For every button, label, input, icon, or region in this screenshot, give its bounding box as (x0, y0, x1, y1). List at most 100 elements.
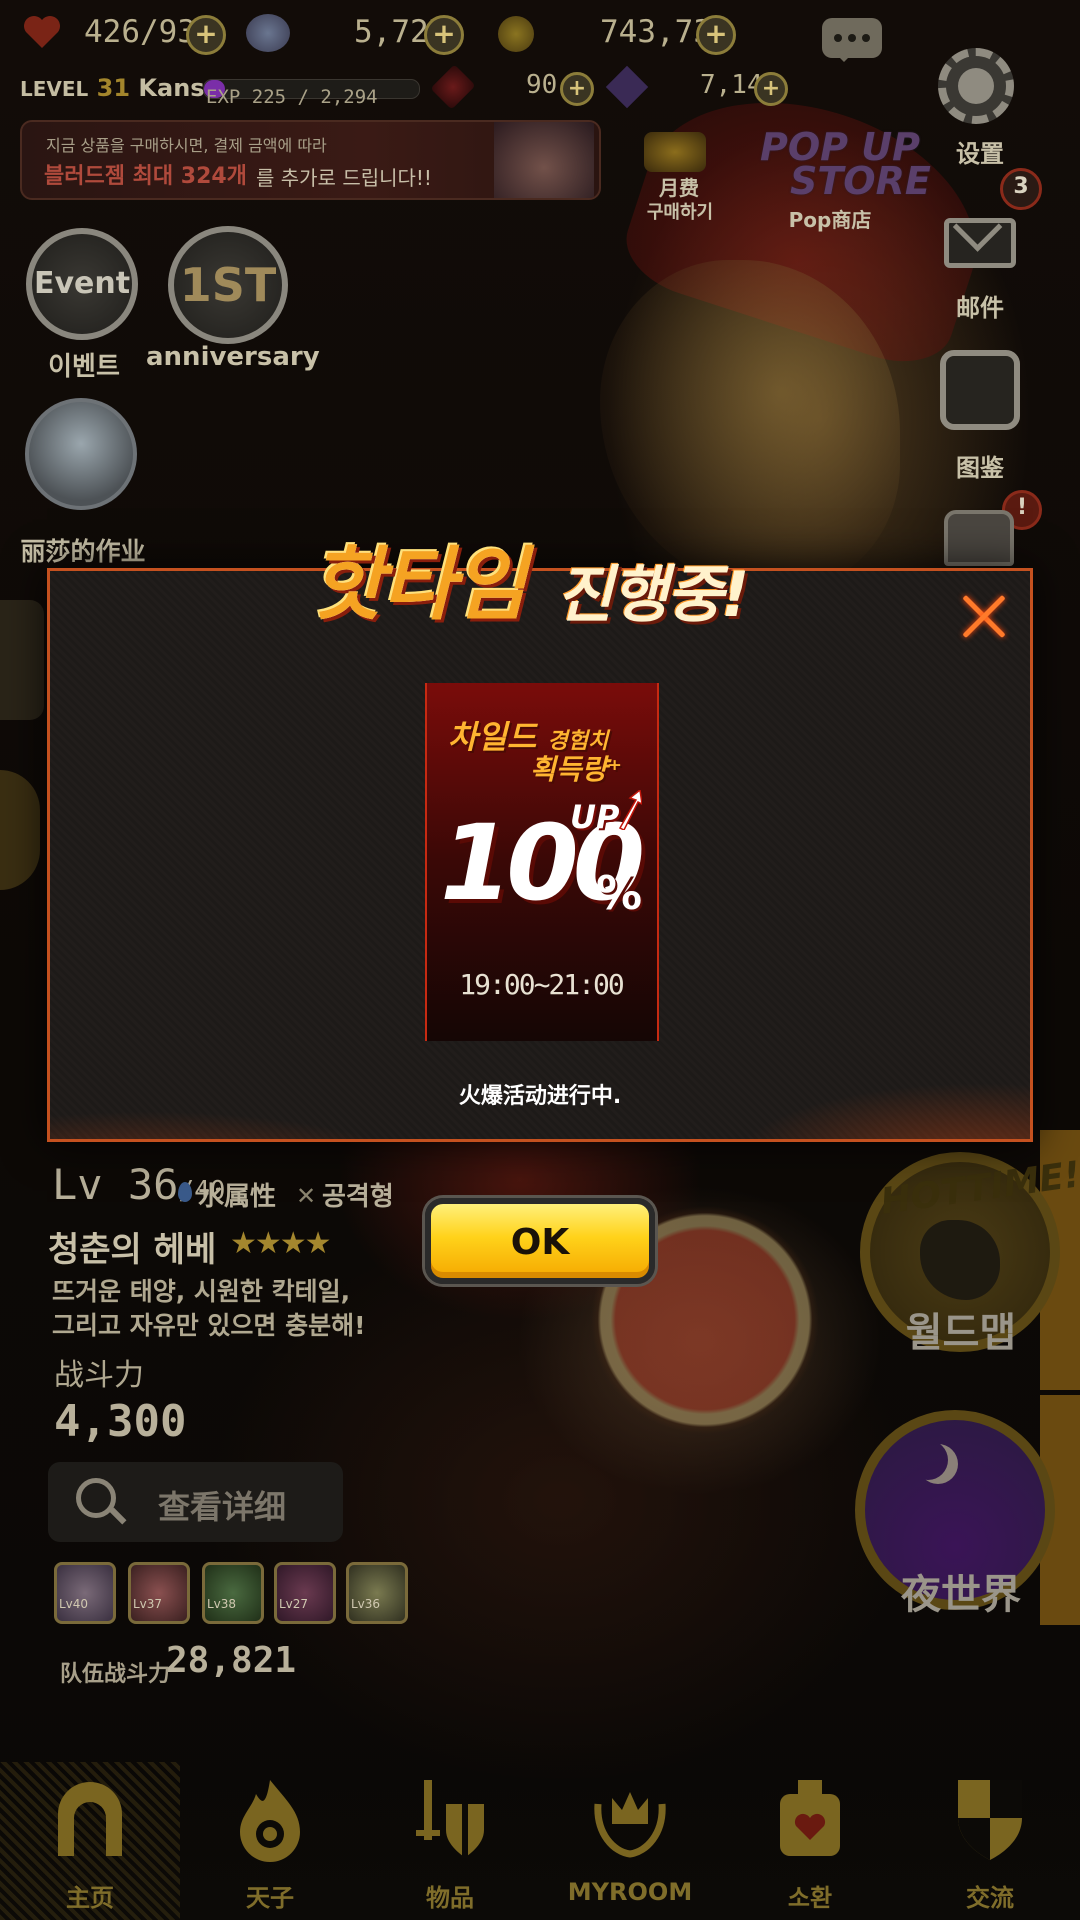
team-member[interactable]: Lv40 (54, 1562, 116, 1624)
left-edge-partial-icon[interactable] (0, 600, 44, 720)
hero-desc-line1: 뜨거운 태양, 시원한 칵테일, (52, 1277, 351, 1306)
banner-character (494, 122, 594, 198)
nav-tianzi-label: 天子 (246, 1884, 294, 1912)
popup-store-logo-line2: STORE (790, 159, 931, 203)
power-value: 4,300 (54, 1396, 187, 1447)
team-member-level: Lv27 (279, 1597, 309, 1611)
team-member-level: Lv36 (351, 1597, 381, 1611)
event-label: 이벤트 (48, 352, 120, 382)
add-blood-gem-button[interactable]: + (560, 72, 594, 106)
nav-summon-label: 소환 (787, 1884, 833, 1912)
team-member[interactable]: Lv27 (274, 1562, 336, 1624)
level-label: LEVEL (20, 77, 89, 101)
homework-label: 丽莎的作业 (20, 537, 146, 566)
bonus-percent-sign: % (596, 866, 643, 920)
banner-highlight: 블러드젬 최대 324개 (44, 164, 247, 189)
anniversary-badge-icon[interactable]: 1ST (168, 226, 288, 344)
banner-line1: 지금 상품을 구매하시면, 결제 금액에 따라 (46, 136, 327, 155)
team-member-level: Lv38 (207, 1597, 237, 1611)
chat-icon[interactable] (822, 18, 882, 62)
nav-summon[interactable]: 소환 (720, 1762, 900, 1920)
popup-store-label: Pop商店 (788, 208, 872, 232)
nav-home[interactable]: 主页 (0, 1762, 180, 1920)
blood-gem-value: 90 (526, 70, 558, 100)
monthly-card-icon[interactable] (644, 132, 706, 172)
popup-title-ongoing: 진행중! (556, 558, 749, 631)
power-label: 战斗力 (54, 1358, 144, 1393)
hero-element: 水属性 (198, 1182, 277, 1212)
arrow-up-icon (618, 790, 642, 830)
view-details-button[interactable]: 查看详细 (48, 1462, 343, 1542)
bonus-time-range: 19:00~21:00 (459, 968, 624, 1001)
nav-items[interactable]: 物品 (360, 1762, 540, 1920)
level-value: 31 (96, 74, 131, 102)
team-member-level: Lv37 (133, 1597, 163, 1611)
world-map-label: 월드맵 (905, 1310, 1017, 1356)
ok-button-label: OK (510, 1222, 570, 1263)
add-gems-button[interactable]: + (424, 15, 464, 55)
bonus-up-text: UP (570, 798, 620, 836)
popup-store-logo[interactable]: POP UP STORE (760, 128, 931, 203)
view-details-label: 查看详细 (158, 1488, 287, 1526)
crossed-swords-icon: ✕ (296, 1182, 317, 1210)
popup-title-hottime: 핫타임 (310, 538, 527, 631)
mail-icon[interactable] (944, 218, 1016, 268)
shield-icon (958, 1780, 1022, 1860)
wrench-icon (958, 68, 994, 104)
add-stamina-button[interactable]: + (186, 15, 226, 55)
add-crystal-button[interactable]: + (754, 72, 788, 106)
banner-line2: 를 추가로 드립니다!! (256, 166, 432, 190)
team-member[interactable]: Lv36 (346, 1562, 408, 1624)
anniversary-label: anniversary (146, 342, 320, 372)
hero-name: 청춘의 헤베 (48, 1230, 217, 1270)
magnifier-icon (76, 1478, 116, 1518)
team-member-level: Lv40 (59, 1597, 89, 1611)
heart-bottle-icon (780, 1780, 840, 1856)
nav-tianzi[interactable]: 天子 (180, 1762, 360, 1920)
team-member[interactable]: Lv38 (202, 1562, 264, 1624)
night-world-label: 夜世界 (901, 1572, 1021, 1618)
hero-role: 공격형 (322, 1182, 394, 1212)
nav-social-label: 交流 (966, 1884, 1014, 1912)
settings-label: 设置 (956, 140, 1004, 168)
monthly-label: 月费 (659, 176, 699, 200)
bonus-card-line2: 획득량⁺ (530, 753, 623, 786)
stamina-value: 426/93 (84, 14, 196, 50)
anniversary-badge-text: 1ST (179, 258, 277, 312)
close-icon[interactable] (960, 594, 1006, 640)
team-power-value: 28,821 (166, 1640, 297, 1681)
codex-label: 图鉴 (956, 454, 1004, 482)
hero-level-value: Lv 36 (52, 1160, 179, 1209)
nav-items-label: 物品 (426, 1884, 474, 1912)
popup-message: 火爆活动进行中. (458, 1084, 622, 1109)
flame-eye-icon (240, 1780, 300, 1862)
nav-myroom-label: MYROOM (567, 1878, 693, 1906)
mail-count-badge: 3 (1000, 168, 1042, 210)
heart-icon (22, 14, 62, 50)
team-member[interactable]: Lv37 (128, 1562, 190, 1624)
monthly-buy-label: 구매하기 (646, 202, 714, 223)
treasure-chest-icon[interactable] (944, 510, 1014, 566)
team-power-label: 队伍战斗力 (60, 1662, 171, 1687)
hero-desc-line2: 그리고 자유만 있으면 충분해! (52, 1311, 366, 1340)
mail-label: 邮件 (956, 294, 1004, 322)
codex-icon[interactable] (940, 350, 1020, 430)
nav-myroom[interactable]: MYROOM (540, 1762, 720, 1920)
gold-coin-icon (498, 16, 534, 52)
event-laurel-text: Event (33, 266, 131, 301)
nav-home-label: 主页 (66, 1884, 114, 1912)
hero-stars: ★★★★ (230, 1226, 332, 1261)
gem-icon (246, 14, 290, 52)
crown-laurel-icon (594, 1792, 666, 1858)
nav-social[interactable]: 交流 (900, 1762, 1080, 1920)
moon-icon (908, 1440, 948, 1480)
add-gold-button[interactable]: + (696, 15, 736, 55)
home-arch-icon (58, 1782, 122, 1856)
event-laurel-icon[interactable]: Event (26, 228, 138, 340)
exp-text: EXP 225 / 2,294 (206, 86, 378, 108)
sword-shield-icon (416, 1780, 484, 1858)
water-drop-icon (178, 1182, 192, 1202)
bonus-card-child: 차일드 (448, 718, 537, 756)
homework-avatar-icon[interactable] (25, 398, 137, 510)
ok-button[interactable]: OK (425, 1198, 655, 1284)
